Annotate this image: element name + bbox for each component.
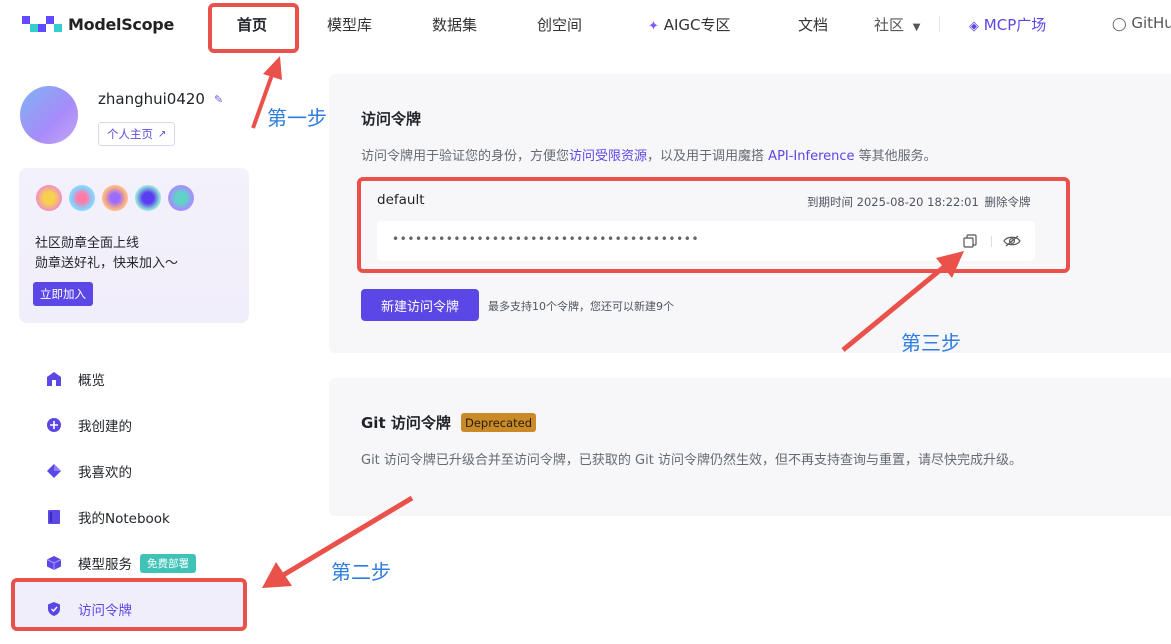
sidebar-item-liked[interactable]: 我喜欢的	[46, 461, 132, 481]
badge-promo-line2: 勋章送好礼，快来加入～	[35, 256, 179, 271]
nav-github-label: GitHub	[1131, 14, 1171, 32]
nav-datasets[interactable]: 数据集	[432, 14, 477, 35]
nav-community[interactable]: 社区 ▼	[874, 14, 921, 35]
sidebar-item-model-service[interactable]: 模型服务 免费部署	[46, 553, 196, 573]
desc-prefix: 访问令牌用于验证您的身份，方便您	[361, 149, 570, 164]
nav-studios[interactable]: 创空间	[537, 14, 582, 35]
modelscope-logo-icon	[22, 16, 62, 32]
edit-icon[interactable]: ✎	[214, 93, 225, 106]
restricted-resources-link[interactable]: 访问受限资源	[569, 149, 647, 164]
access-token-description: 访问令牌用于验证您的身份，方便您访问受限资源，以及用于调用魔搭 API-Infe…	[361, 145, 937, 164]
nav-github[interactable]: ◯ GitHub	[1112, 14, 1171, 32]
badge-icon	[102, 185, 128, 211]
nav-divider	[939, 16, 940, 32]
caret-down-icon: ▼	[912, 22, 921, 33]
git-token-description: Git 访问令牌已升级合并至访问令牌，已获取的 Git 访问令牌仍然生效，但不再…	[361, 453, 1022, 468]
username: zhanghui0420	[98, 90, 205, 108]
nav-aigc-label: AIGC专区	[663, 16, 731, 34]
new-access-token-button[interactable]: 新建访问令牌	[361, 289, 479, 321]
arrowhead-step2	[262, 562, 292, 588]
sidebar-item-label: 我喜欢的	[78, 465, 132, 481]
sidebar-item-created[interactable]: 我创建的	[46, 415, 132, 435]
free-deploy-tag: 免费部署	[140, 553, 196, 573]
sidebar-item-overview[interactable]: 概览	[46, 369, 105, 389]
nav-models[interactable]: 模型库	[327, 14, 372, 35]
annotation-label-step3: 第三步	[901, 331, 961, 355]
badge-promo-line1: 社区勋章全面上线	[35, 236, 140, 251]
nav-mcp[interactable]: ◈ MCP广场	[969, 14, 1046, 35]
github-icon: ◯	[1112, 17, 1127, 32]
arrowhead-step1	[263, 56, 282, 80]
nav-community-label: 社区	[874, 16, 905, 34]
sparkle-icon: ✦	[648, 19, 659, 34]
sidebar-item-label: 我的Notebook	[78, 511, 170, 527]
annotation-box-step2	[11, 578, 247, 631]
home-icon	[47, 372, 61, 386]
external-link-icon: ↗	[158, 128, 167, 140]
top-navigation: ModelScope 首页 模型库 数据集 创空间 ✦ AIGC专区 文档 社区…	[0, 0, 1171, 48]
sidebar-item-label: 模型服务	[78, 557, 132, 573]
join-now-button[interactable]: 立即加入	[33, 282, 93, 306]
annotation-box-step3	[357, 177, 1070, 273]
git-token-panel	[329, 378, 1171, 516]
access-token-title: 访问令牌	[361, 110, 422, 128]
mcp-icon: ◈	[969, 19, 979, 34]
notebook-icon	[48, 510, 60, 524]
homepage-label: 个人主页	[107, 127, 153, 141]
avatar[interactable]	[20, 86, 78, 144]
diamond-icon	[47, 464, 61, 478]
git-token-title: Git 访问令牌	[361, 414, 451, 432]
badge-row	[36, 185, 194, 211]
badge-icon	[69, 185, 95, 211]
nav-docs[interactable]: 文档	[798, 14, 828, 35]
deprecated-badge: Deprecated	[461, 413, 537, 432]
desc-suffix: 等其他服务。	[854, 149, 937, 164]
desc-mid: ，以及用于调用魔搭	[647, 149, 769, 164]
nav-aigc[interactable]: ✦ AIGC专区	[648, 14, 730, 35]
api-inference-link[interactable]: API-Inference	[768, 149, 854, 164]
cube-icon	[46, 556, 62, 570]
annotation-box-step1	[208, 3, 299, 53]
plus-circle-icon	[47, 418, 61, 432]
badge-icon	[168, 185, 194, 211]
annotation-label-step2: 第二步	[331, 560, 391, 584]
annotation-label-step1: 第一步	[267, 106, 327, 130]
sidebar-item-label: 概览	[78, 373, 105, 389]
nav-mcp-label: MCP广场	[983, 16, 1047, 34]
badge-icon	[135, 185, 161, 211]
badge-icon	[36, 185, 62, 211]
token-limit-hint: 最多支持10个令牌，您还可以新建9个	[488, 300, 674, 313]
logo-text: ModelScope	[68, 14, 175, 34]
badge-promo-card: 社区勋章全面上线 勋章送好礼，快来加入～ 立即加入	[19, 168, 249, 323]
modelscope-logo[interactable]: ModelScope	[22, 13, 174, 35]
personal-homepage-button[interactable]: 个人主页 ↗	[98, 122, 176, 146]
sidebar-item-label: 我创建的	[78, 419, 132, 435]
sidebar-item-notebook[interactable]: 我的Notebook	[46, 507, 170, 527]
